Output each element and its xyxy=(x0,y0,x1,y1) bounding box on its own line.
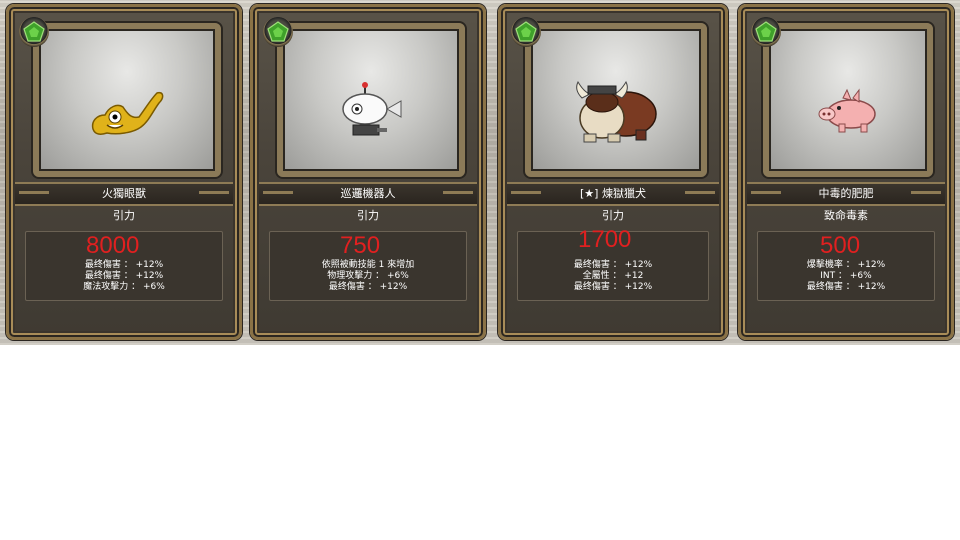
stat-line: 最终傷害 ： +12% xyxy=(573,260,653,270)
rank-gem-icon xyxy=(263,17,293,47)
card-points: 1700 xyxy=(578,226,632,253)
stat-box: 750 依照被動技能 1 來增加 物理攻擊力 ： +6% 最终傷害 ： +12% xyxy=(269,231,467,301)
horned-hellhound-icon xyxy=(576,81,657,143)
ability-name: 引力 xyxy=(113,209,135,222)
rank-gem-icon xyxy=(19,17,49,47)
stat-box: 8000 最终傷害 ： +12% 最终傷害 ： +12% 魔法攻擊力 ： +6% xyxy=(25,231,223,301)
card-points: 8000 xyxy=(86,232,140,259)
stat-line: 最终傷害 ： +12% xyxy=(806,282,886,292)
stat-line: 爆擊機率 ： +12% xyxy=(806,260,886,270)
stat-list: 最终傷害 ： +12% 最终傷害 ： +12% 魔法攻擊力 ： +6% xyxy=(26,260,222,293)
ability-name: 致命毒素 xyxy=(824,209,868,222)
monster-card[interactable]: 火獨眼獸 引力 8000 最终傷害 ： +12% 最终傷害 ： +12% 魔法攻… xyxy=(6,4,242,340)
card-points: 500 xyxy=(820,232,861,259)
stat-line: 物理攻擊力 ： +6% xyxy=(327,271,409,281)
stat-line: 最终傷害 ： +12% xyxy=(84,260,164,270)
rank-gem-icon xyxy=(751,17,781,47)
rank-gem-icon xyxy=(511,17,541,47)
monster-name: [★] 煉獄獵犬 xyxy=(507,182,719,206)
stat-line: 最终傷害 ： +12% xyxy=(84,271,164,281)
stat-list: 最终傷害 ： +12% 全屬性 ： +12 最终傷害 ： +12% xyxy=(518,260,708,293)
stat-line: INT ： +6% xyxy=(820,271,872,281)
stat-line: 最终傷害 ： +12% xyxy=(328,282,408,292)
blank-area xyxy=(0,345,960,540)
monster-portrait xyxy=(33,23,221,177)
stat-line: 魔法攻擊力 ： +6% xyxy=(83,282,165,292)
card-strip: 火獨眼獸 引力 8000 最终傷害 ： +12% 最终傷害 ： +12% 魔法攻… xyxy=(0,0,960,345)
stat-line: 最终傷害 ： +12% xyxy=(573,282,653,292)
monster-portrait xyxy=(277,23,465,177)
stat-line: 全屬性 ： +12 xyxy=(582,271,644,281)
monster-name: 中毒的肥肥 xyxy=(747,182,945,206)
monster-portrait xyxy=(525,23,707,177)
stat-box: 1700 最终傷害 ： +12% 全屬性 ： +12 最终傷害 ： +12% xyxy=(517,226,709,301)
stat-list: 依照被動技能 1 來增加 物理攻擊力 ： +6% 最终傷害 ： +12% xyxy=(270,260,466,293)
stat-line: 依照被動技能 1 來增加 xyxy=(321,260,415,270)
monster-card[interactable]: 中毒的肥肥 致命毒素 500 爆擊機率 ： +12% INT ： +6% 最终傷… xyxy=(738,4,954,340)
patrol-robot-icon xyxy=(342,82,402,136)
stat-list: 爆擊機率 ： +12% INT ： +6% 最终傷害 ： +12% xyxy=(758,260,934,293)
yellow-lizard-icon xyxy=(91,92,164,136)
monster-card[interactable]: [★] 煉獄獵犬 引力 1700 最终傷害 ： +12% 全屬性 ： +12 最… xyxy=(498,4,728,340)
ability-name: 引力 xyxy=(357,209,379,222)
stat-box: 500 爆擊機率 ： +12% INT ： +6% 最终傷害 ： +12% xyxy=(757,231,935,301)
card-points: 750 xyxy=(340,232,381,259)
monster-name: 火獨眼獸 xyxy=(15,182,233,206)
pink-pig-icon xyxy=(818,88,876,133)
monster-name: 巡邏機器人 xyxy=(259,182,477,206)
monster-card[interactable]: 巡邏機器人 引力 750 依照被動技能 1 來增加 物理攻擊力 ： +6% 最终… xyxy=(250,4,486,340)
monster-portrait xyxy=(763,23,933,177)
ability-name: 引力 xyxy=(602,209,624,222)
